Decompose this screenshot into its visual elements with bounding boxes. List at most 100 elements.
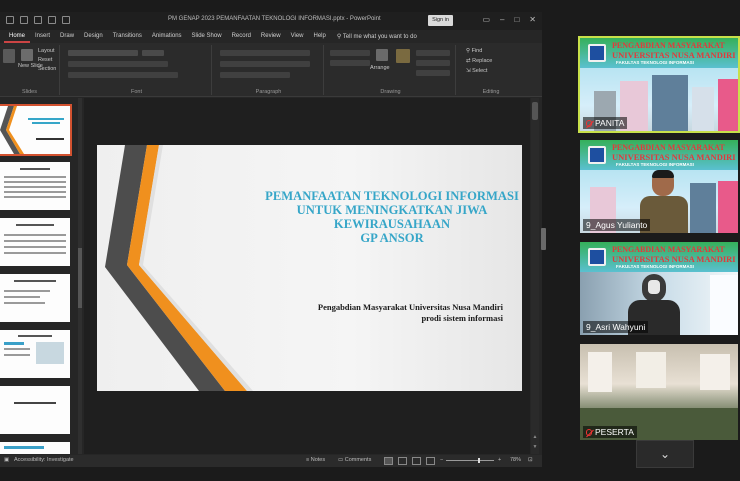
participant-name: 9_Asri Wahyuni (583, 321, 649, 333)
shapes-gallery[interactable] (330, 50, 370, 56)
group-label-editing: Editing (482, 89, 500, 95)
participant-tile-panita[interactable]: PENGABDIAN MASYARAKAT UNIVERSITAS NUSA M… (578, 36, 740, 133)
minimize-icon[interactable]: – (500, 15, 504, 24)
shape-outline-button[interactable] (416, 60, 450, 66)
section-button[interactable]: Section (38, 66, 56, 72)
banner-line: FAKULTAS TEKNOLOGI INFORMASI (616, 162, 694, 167)
participant-tile-asri[interactable]: PENGABDIAN MASYARAKAT UNIVERSITAS NUSA M… (578, 240, 740, 337)
title-bar: PM GENAP 2023 PEMANFAATAN TEKNOLOGI INFO… (0, 12, 542, 30)
mic-off-icon (586, 120, 592, 127)
shape-fill-button[interactable] (416, 50, 450, 56)
tab-draw[interactable]: Draw (55, 30, 79, 43)
new-slide-icon[interactable] (21, 49, 33, 61)
font-color-buttons[interactable] (68, 72, 178, 78)
zoom-slider-knob[interactable] (478, 458, 480, 463)
slide-thumbnail[interactable] (0, 442, 70, 454)
participant-tile-agus[interactable]: PENGABDIAN MASYARAKAT UNIVERSITAS NUSA M… (578, 138, 740, 235)
reset-button[interactable]: Reset (38, 57, 52, 63)
main-slide[interactable]: PEMANFAATAN TEKNOLOGI INFORMASI UNTUK ME… (97, 145, 522, 391)
fit-slide-icon[interactable]: ⊡ (528, 457, 533, 463)
group-label-drawing: Drawing (380, 89, 401, 95)
panel-splitter[interactable] (541, 228, 546, 250)
banner-line: PENGABDIAN MASYARAKAT (612, 143, 725, 152)
slide-thumbnail[interactable] (0, 104, 72, 156)
ribbon-display-icon[interactable]: ▭ (482, 15, 490, 24)
reading-view-icon[interactable] (412, 457, 421, 465)
tell-me-search[interactable]: ⚲ Tell me what you want to do (333, 30, 421, 43)
banner-line: PENGABDIAN MASYARAKAT (612, 245, 725, 254)
spelling-icon[interactable]: ▣ (4, 457, 9, 463)
tab-insert[interactable]: Insert (30, 30, 55, 43)
font-name-box[interactable] (68, 50, 138, 56)
shape-effects-button[interactable] (416, 70, 450, 76)
font-size-box[interactable] (142, 50, 164, 56)
layout-button[interactable]: Layout (38, 48, 55, 54)
tab-animations[interactable]: Animations (147, 30, 187, 43)
tab-record[interactable]: Record (227, 30, 256, 43)
zoom-slider[interactable] (446, 460, 494, 461)
comments-button[interactable]: ▭ Comments (338, 457, 371, 463)
slide-show-icon[interactable] (426, 457, 435, 465)
zoom-in-icon[interactable]: + (498, 457, 501, 463)
maximize-icon[interactable]: □ (514, 15, 519, 24)
sign-in-button[interactable]: Sign in (428, 15, 453, 26)
zoom-out-icon[interactable]: − (440, 457, 443, 463)
gallery-scroll-down-button[interactable]: ⌄ (636, 440, 694, 468)
banner-line: UNIVERSITAS NUSA MANDIRI (612, 152, 736, 162)
accessibility-status[interactable]: Accessibility: Investigate (14, 457, 74, 463)
arrange-icon[interactable] (376, 49, 388, 61)
slide-thumbnail[interactable] (0, 218, 70, 266)
slide-subtitle-line: prodi sistem informasi (421, 313, 503, 323)
group-label-paragraph: Paragraph (255, 89, 282, 95)
list-buttons[interactable] (220, 50, 310, 56)
close-icon[interactable]: ✕ (529, 15, 536, 24)
university-logo (588, 248, 606, 266)
undo-icon[interactable] (34, 16, 42, 24)
banner-line: FAKULTAS TEKNOLOGI INFORMASI (616, 60, 694, 65)
event-banner: PENGABDIAN MASYARAKAT UNIVERSITAS NUSA M… (580, 140, 738, 170)
tab-view[interactable]: View (286, 30, 309, 43)
ribbon-group-paragraph: Paragraph (214, 45, 324, 95)
slide-thumbnail[interactable] (0, 330, 70, 378)
slide-thumbnail[interactable] (0, 386, 70, 434)
tab-help[interactable]: Help (309, 30, 331, 43)
tab-review[interactable]: Review (256, 30, 286, 43)
shapes-gallery-row-2[interactable] (330, 60, 370, 66)
tab-home[interactable]: Home (4, 30, 31, 43)
tab-design[interactable]: Design (79, 30, 108, 43)
arrange-button[interactable]: Arrange (370, 65, 390, 71)
replace-button[interactable]: ⇄ Replace (466, 58, 492, 64)
slide-scrollbar[interactable]: ▲ ▼ (531, 98, 539, 454)
paste-icon[interactable] (3, 49, 15, 63)
slide-thumbnails-pane (0, 98, 80, 454)
slide-thumbnail[interactable] (0, 162, 70, 210)
redo-icon[interactable] (48, 16, 56, 24)
alignment-buttons[interactable] (220, 61, 310, 67)
mic-off-icon (586, 429, 592, 436)
find-button[interactable]: ⚲ Find (466, 48, 482, 54)
select-button[interactable]: ⇲ Select (466, 68, 487, 74)
slide-sorter-icon[interactable] (398, 457, 407, 465)
slide-subtitle: Pengabdian Masyarakat Universitas Nusa M… (265, 302, 503, 324)
present-icon[interactable] (62, 16, 70, 24)
save-icon[interactable] (20, 16, 28, 24)
tab-transitions[interactable]: Transitions (108, 30, 147, 43)
slide-title-line: KEWIRAUSAHAAN (333, 217, 451, 231)
tab-slide-show[interactable]: Slide Show (187, 30, 227, 43)
autosave-icon[interactable] (6, 16, 14, 24)
slide-thumbnail[interactable] (0, 274, 70, 322)
university-logo (588, 44, 606, 62)
group-label-font: Font (130, 89, 142, 95)
banner-line: FAKULTAS TEKNOLOGI INFORMASI (616, 264, 694, 269)
screen: PM GENAP 2023 PEMANFAATAN TEKNOLOGI INFO… (0, 0, 740, 481)
text-direction-buttons[interactable] (220, 72, 290, 78)
notes-button[interactable]: ≡ Notes (306, 457, 325, 463)
slide-title-line: GP ANSOR (360, 231, 424, 245)
quick-styles-icon[interactable] (396, 49, 410, 63)
font-format-buttons[interactable] (68, 61, 168, 67)
normal-view-icon[interactable] (384, 457, 393, 465)
thumbnails-scrollbar[interactable] (78, 98, 82, 454)
slide-chevron-graphic (105, 145, 253, 391)
zoom-level[interactable]: 78% (510, 457, 521, 463)
participant-tile-peserta[interactable]: PESERTA (578, 342, 740, 442)
